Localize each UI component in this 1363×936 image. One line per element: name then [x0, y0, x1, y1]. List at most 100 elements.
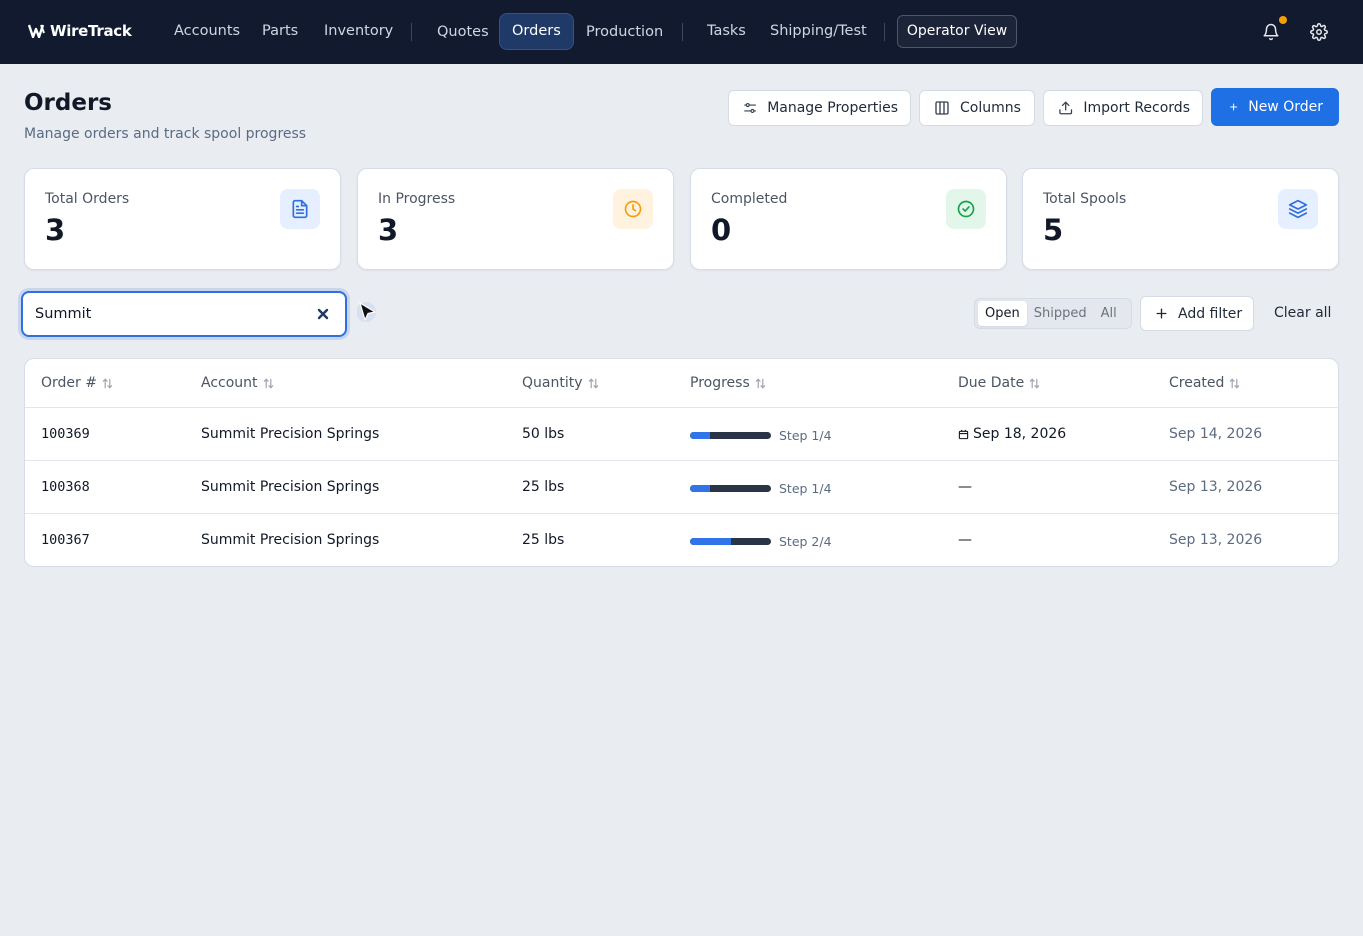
status-segmented-control: Open Shipped All: [974, 298, 1132, 329]
progress-bar: [690, 485, 771, 492]
stat-label: Total Orders: [45, 191, 130, 207]
layers-icon: [1278, 189, 1318, 229]
sort-icon: [263, 378, 273, 388]
column-header-created[interactable]: Created: [1169, 375, 1240, 391]
due-date-value: —: [958, 532, 972, 548]
table-row[interactable]: 100369 Summit Precision Springs 50 lbs S…: [25, 408, 1338, 461]
due-date: —: [958, 479, 972, 495]
quantity: 25 lbs: [522, 532, 565, 548]
order-number: 100369: [41, 426, 90, 442]
search-input[interactable]: [35, 293, 305, 335]
import-records-button[interactable]: Import Records: [1043, 90, 1203, 126]
check-circle-icon: [946, 189, 986, 229]
due-date-value: —: [958, 479, 972, 495]
stat-card-total-spools: Total Spools 5: [1022, 168, 1339, 270]
page-subtitle: Manage orders and track spool progress: [24, 126, 307, 142]
stat-value: 5: [1043, 213, 1064, 247]
progress-label: Step 1/4: [779, 428, 832, 443]
gear-icon[interactable]: [1307, 20, 1331, 44]
progress-indicator: Step 1/4: [690, 428, 832, 443]
app-logo[interactable]: WireTrack: [28, 21, 132, 41]
sliders-icon: [744, 102, 757, 114]
stat-label: Total Spools: [1043, 191, 1127, 207]
nav-divider: [411, 23, 412, 41]
progress-indicator: Step 2/4: [690, 534, 832, 549]
progress-fill: [690, 432, 711, 439]
nav-item-parts[interactable]: Parts: [250, 13, 310, 50]
stat-card-total-orders: Total Orders 3: [24, 168, 341, 270]
clear-search-icon[interactable]: [315, 306, 331, 322]
order-number: 100367: [41, 532, 90, 548]
nav-item-shipping-test[interactable]: Shipping/Test: [758, 13, 879, 50]
manage-properties-label: Manage Properties: [767, 100, 898, 116]
stat-label: In Progress: [378, 191, 456, 207]
logo-text: WireTrack: [50, 22, 132, 40]
top-navigation-bar: WireTrack Accounts Parts Inventory Quote…: [0, 0, 1363, 64]
segment-all[interactable]: All: [1094, 301, 1124, 326]
operator-view-button[interactable]: Operator View: [897, 15, 1017, 48]
progress-label: Step 1/4: [779, 481, 832, 496]
column-header-account[interactable]: Account: [201, 375, 274, 391]
column-header-progress[interactable]: Progress: [690, 375, 766, 391]
column-header-label: Due Date: [958, 375, 1025, 391]
logo-mark-icon: [28, 24, 45, 38]
columns-label: Columns: [960, 100, 1021, 116]
sort-icon: [588, 378, 598, 388]
page-title: Orders: [24, 90, 112, 116]
nav-item-tasks[interactable]: Tasks: [695, 13, 758, 50]
columns-button[interactable]: Columns: [919, 90, 1035, 126]
upload-icon: [1059, 101, 1073, 115]
add-filter-button[interactable]: Add filter: [1140, 296, 1254, 331]
column-header-label: Order #: [41, 375, 97, 391]
nav-item-quotes[interactable]: Quotes: [425, 14, 501, 51]
columns-icon: [935, 101, 949, 115]
search-box: [21, 291, 347, 337]
orders-table: Order # Account Quantity Progress Due Da…: [24, 358, 1339, 567]
plus-icon: [1230, 103, 1238, 111]
table-row[interactable]: 100367 Summit Precision Springs 25 lbs S…: [25, 514, 1338, 566]
account-name: Summit Precision Springs: [201, 532, 380, 548]
created-date: Sep 13, 2026: [1169, 532, 1263, 548]
account-name: Summit Precision Springs: [201, 479, 380, 495]
nav-item-accounts[interactable]: Accounts: [162, 13, 252, 50]
progress-bar: [690, 432, 771, 439]
clear-all-button[interactable]: Clear all: [1274, 305, 1331, 321]
nav-item-orders[interactable]: Orders: [499, 13, 574, 50]
due-date: —: [958, 532, 972, 548]
nav-divider: [682, 23, 683, 41]
created-date: Sep 13, 2026: [1169, 479, 1263, 495]
calendar-icon: [958, 429, 969, 439]
document-icon: [280, 189, 320, 229]
new-order-button[interactable]: New Order: [1211, 88, 1339, 126]
due-date-value: Sep 18, 2026: [973, 426, 1067, 442]
quantity: 25 lbs: [522, 479, 565, 495]
manage-properties-button[interactable]: Manage Properties: [728, 90, 911, 126]
clock-icon: [613, 189, 653, 229]
column-header-label: Quantity: [522, 375, 583, 391]
sort-icon: [102, 378, 113, 388]
notification-dot: [1279, 16, 1287, 24]
new-order-label: New Order: [1248, 99, 1323, 115]
column-header-due-date[interactable]: Due Date: [958, 375, 1040, 391]
segment-open[interactable]: Open: [978, 301, 1027, 326]
created-date: Sep 14, 2026: [1169, 426, 1263, 442]
column-header-order[interactable]: Order #: [41, 375, 113, 391]
bell-icon[interactable]: [1259, 20, 1283, 44]
column-header-quantity[interactable]: Quantity: [522, 375, 599, 391]
quantity: 50 lbs: [522, 426, 565, 442]
progress-label: Step 2/4: [779, 534, 832, 549]
progress-indicator: Step 1/4: [690, 481, 832, 496]
stat-card-in-progress: In Progress 3: [357, 168, 674, 270]
table-row[interactable]: 100368 Summit Precision Springs 25 lbs S…: [25, 461, 1338, 514]
column-header-label: Created: [1169, 375, 1225, 391]
sort-icon: [755, 378, 765, 388]
nav-item-inventory[interactable]: Inventory: [312, 13, 405, 50]
stat-value: 0: [711, 213, 732, 247]
segment-shipped[interactable]: Shipped: [1027, 301, 1094, 326]
import-records-label: Import Records: [1083, 100, 1190, 116]
column-header-label: Account: [201, 375, 258, 391]
progress-fill: [690, 538, 731, 545]
nav-item-production[interactable]: Production: [574, 14, 675, 51]
column-header-label: Progress: [690, 375, 750, 391]
stat-value: 3: [45, 213, 66, 247]
